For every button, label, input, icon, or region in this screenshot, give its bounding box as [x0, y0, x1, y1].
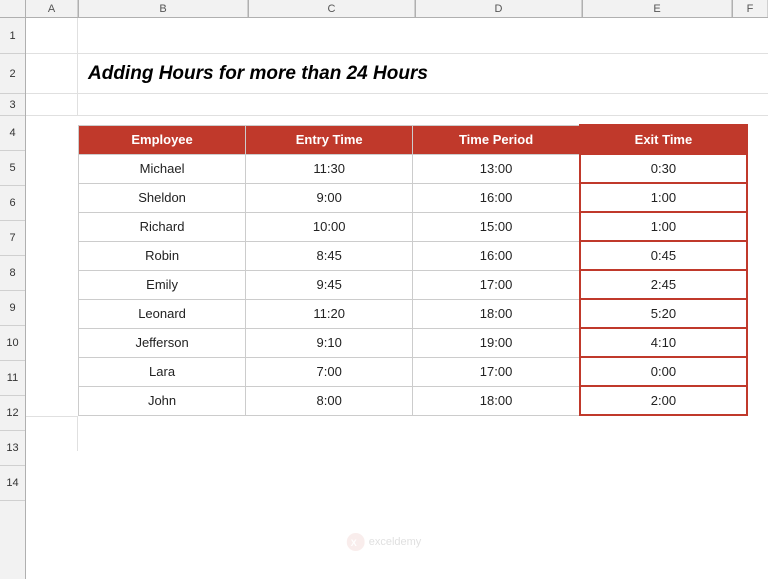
- entry-cell[interactable]: 10:00: [246, 212, 413, 241]
- row-num-3: 3: [0, 94, 25, 116]
- grid-row-1: [26, 18, 768, 54]
- data-table: Employee Entry Time Time Period Exit Tim…: [78, 124, 748, 416]
- cell-a14[interactable]: [26, 416, 78, 451]
- header-employee: Employee: [79, 125, 246, 154]
- period-cell[interactable]: 15:00: [413, 212, 580, 241]
- col-c-header: C: [248, 0, 415, 17]
- exit-cell[interactable]: 2:00: [580, 386, 747, 415]
- cell-rest-1[interactable]: [78, 18, 768, 54]
- row-num-1: 1: [0, 18, 25, 54]
- row-num-8: 8: [0, 256, 25, 291]
- entry-cell[interactable]: 7:00: [246, 357, 413, 386]
- spreadsheet: A B C D E F 1 2 3 4 5 6 7 8 9 10 11 12 1…: [0, 0, 768, 579]
- header-time-period: Time Period: [413, 125, 580, 154]
- period-cell[interactable]: 13:00: [413, 154, 580, 183]
- page-title: Adding Hours for more than 24 Hours: [88, 63, 428, 85]
- sheet-body: 1 2 3 4 5 6 7 8 9 10 11 12 13 14: [0, 18, 768, 579]
- table-row: John 8:00 18:00 2:00: [79, 386, 748, 415]
- row-num-6: 6: [0, 186, 25, 221]
- entry-cell[interactable]: 11:30: [246, 154, 413, 183]
- watermark: X exceldemy: [347, 533, 422, 551]
- row-numbers: 1 2 3 4 5 6 7 8 9 10 11 12 13 14: [0, 18, 26, 579]
- entry-cell[interactable]: 9:45: [246, 270, 413, 299]
- table-header-row: Employee Entry Time Time Period Exit Tim…: [79, 125, 748, 154]
- row-num-12: 12: [0, 396, 25, 431]
- col-f-header: F: [732, 0, 768, 17]
- table-row: Leonard 11:20 18:00 5:20: [79, 299, 748, 328]
- row-num-7: 7: [0, 221, 25, 256]
- table-row: Robin 8:45 16:00 0:45: [79, 241, 748, 270]
- header-exit-time: Exit Time: [580, 125, 747, 154]
- period-cell[interactable]: 16:00: [413, 241, 580, 270]
- entry-cell[interactable]: 8:00: [246, 386, 413, 415]
- table-body: Michael 11:30 13:00 0:30 Sheldon 9:00 16…: [79, 154, 748, 415]
- exit-cell[interactable]: 0:45: [580, 241, 747, 270]
- title-cell[interactable]: Adding Hours for more than 24 Hours: [78, 54, 768, 94]
- grid-content: Adding Hours for more than 24 Hours Empl…: [26, 18, 768, 579]
- cell-rest-14[interactable]: [78, 416, 768, 451]
- grid-row-2: Adding Hours for more than 24 Hours: [26, 54, 768, 94]
- watermark-text: exceldemy: [369, 536, 422, 548]
- table-container: Employee Entry Time Time Period Exit Tim…: [26, 124, 768, 416]
- exit-cell[interactable]: 4:10: [580, 328, 747, 357]
- entry-cell[interactable]: 11:20: [246, 299, 413, 328]
- exit-cell[interactable]: 1:00: [580, 183, 747, 212]
- employee-cell[interactable]: Leonard: [79, 299, 246, 328]
- entry-cell[interactable]: 9:00: [246, 183, 413, 212]
- row-num-2: 2: [0, 54, 25, 94]
- employee-cell[interactable]: Lara: [79, 357, 246, 386]
- employee-cell[interactable]: Michael: [79, 154, 246, 183]
- table-row: Lara 7:00 17:00 0:00: [79, 357, 748, 386]
- row-num-14: 14: [0, 466, 25, 501]
- entry-cell[interactable]: 8:45: [246, 241, 413, 270]
- table-row: Sheldon 9:00 16:00 1:00: [79, 183, 748, 212]
- table-row: Jefferson 9:10 19:00 4:10: [79, 328, 748, 357]
- employee-cell[interactable]: Jefferson: [79, 328, 246, 357]
- employee-cell[interactable]: Robin: [79, 241, 246, 270]
- exit-cell[interactable]: 5:20: [580, 299, 747, 328]
- row-num-13: 13: [0, 431, 25, 466]
- exit-cell[interactable]: 0:00: [580, 357, 747, 386]
- col-e-header: E: [582, 0, 732, 17]
- table-row: Michael 11:30 13:00 0:30: [79, 154, 748, 183]
- table-row: Emily 9:45 17:00 2:45: [79, 270, 748, 299]
- corner-cell: [0, 0, 26, 17]
- grid-row-14: [26, 416, 768, 451]
- row-num-5: 5: [0, 151, 25, 186]
- col-d-header: D: [415, 0, 582, 17]
- table-row: Richard 10:00 15:00 1:00: [79, 212, 748, 241]
- exit-cell[interactable]: 0:30: [580, 154, 747, 183]
- entry-cell[interactable]: 9:10: [246, 328, 413, 357]
- exit-cell[interactable]: 1:00: [580, 212, 747, 241]
- period-cell[interactable]: 16:00: [413, 183, 580, 212]
- grid-row-3: [26, 94, 768, 116]
- row-num-11: 11: [0, 361, 25, 396]
- col-b-header: B: [78, 0, 248, 17]
- employee-cell[interactable]: John: [79, 386, 246, 415]
- employee-cell[interactable]: Richard: [79, 212, 246, 241]
- period-cell[interactable]: 19:00: [413, 328, 580, 357]
- period-cell[interactable]: 18:00: [413, 386, 580, 415]
- cell-a1[interactable]: [26, 18, 78, 54]
- cell-a2[interactable]: [26, 54, 78, 94]
- svg-text:X: X: [351, 538, 357, 548]
- cell-a3[interactable]: [26, 94, 78, 116]
- cell-rest-3[interactable]: [78, 94, 768, 116]
- period-cell[interactable]: 17:00: [413, 270, 580, 299]
- col-headers-strip: A B C D E F: [0, 0, 768, 18]
- watermark-logo-icon: X: [347, 533, 365, 551]
- period-cell[interactable]: 17:00: [413, 357, 580, 386]
- period-cell[interactable]: 18:00: [413, 299, 580, 328]
- employee-cell[interactable]: Emily: [79, 270, 246, 299]
- employee-cell[interactable]: Sheldon: [79, 183, 246, 212]
- col-a-header: A: [26, 0, 78, 17]
- exit-cell[interactable]: 2:45: [580, 270, 747, 299]
- header-entry-time: Entry Time: [246, 125, 413, 154]
- row-num-10: 10: [0, 326, 25, 361]
- row-num-9: 9: [0, 291, 25, 326]
- row-num-4: 4: [0, 116, 25, 151]
